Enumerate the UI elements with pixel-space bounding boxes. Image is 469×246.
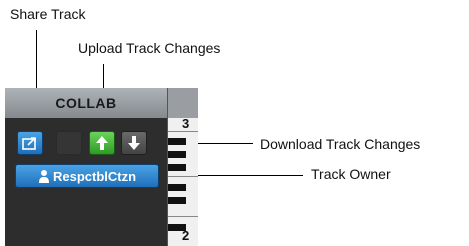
upload-track-changes-callout: Upload Track Changes [78, 40, 221, 56]
piano-divider [168, 131, 198, 132]
upload-track-changes-button[interactable] [89, 131, 115, 155]
piano-black-key [168, 164, 186, 171]
track-owner-name: RespctblCtzn [52, 168, 137, 184]
arrow-down-icon [128, 136, 140, 150]
collab-panel-header: COLLAB [5, 88, 167, 118]
track-owner-button[interactable]: RespctblCtzn [15, 164, 159, 188]
track-owner-callout: Track Owner [311, 166, 391, 182]
piano-keyboard: 3 2 [167, 88, 198, 246]
piano-octave-number: 2 [182, 228, 190, 243]
piano-black-key [168, 138, 186, 145]
piano-octave-number: 3 [182, 116, 190, 131]
piano-divider [168, 176, 198, 177]
panel-title: COLLAB [55, 95, 117, 111]
piano-divider [168, 216, 198, 217]
piano-black-key [168, 197, 186, 204]
person-icon [38, 170, 49, 183]
share-track-callout: Share Track [10, 6, 86, 22]
download-track-changes-button[interactable] [121, 131, 147, 155]
arrow-up-icon [96, 136, 108, 150]
piano-black-key [168, 151, 186, 158]
empty-button-slot [56, 131, 82, 155]
piano-header [168, 88, 198, 118]
download-track-changes-callout: Download Track Changes [260, 136, 421, 152]
share-track-button[interactable] [17, 131, 43, 155]
share-icon [22, 137, 36, 150]
piano-black-key [168, 184, 186, 191]
